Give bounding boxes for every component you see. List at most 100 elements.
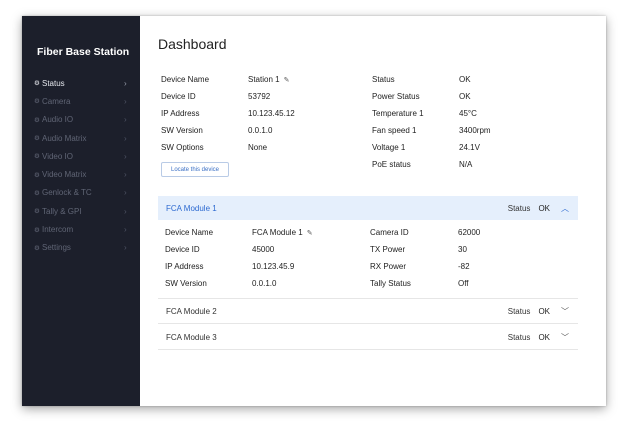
sidebar-item-label: Video Matrix bbox=[42, 170, 87, 180]
sidebar-item-audio-io[interactable]: ⚙ Audio IO › bbox=[22, 111, 140, 129]
ip-address-label: IP Address bbox=[161, 109, 200, 118]
module-title: FCA Module 1 bbox=[166, 203, 217, 213]
ip-address-value: 10.123.45.12 bbox=[248, 109, 295, 118]
sidebar-item-label: Camera bbox=[42, 96, 71, 106]
camera-id-label: Camera ID bbox=[370, 228, 409, 237]
rx-power-label: RX Power bbox=[370, 262, 407, 271]
gear-icon: ⚙ bbox=[34, 171, 40, 179]
page-title: Dashboard bbox=[158, 36, 227, 52]
module-title: FCA Module 3 bbox=[166, 333, 217, 342]
sidebar-item-status[interactable]: ⚙ Status › bbox=[22, 74, 140, 92]
gear-icon: ⚙ bbox=[34, 80, 40, 88]
gear-icon: ⚙ bbox=[34, 189, 40, 197]
sidebar-item-intercom[interactable]: ⚙ Intercom › bbox=[22, 220, 140, 238]
sidebar-item-video-matrix[interactable]: ⚙ Video Matrix › bbox=[22, 165, 140, 183]
chevron-right-icon: › bbox=[124, 96, 127, 106]
sidebar-item-camera[interactable]: ⚙ Camera › bbox=[22, 92, 140, 110]
chevron-right-icon: › bbox=[124, 133, 127, 143]
gear-icon: ⚙ bbox=[34, 116, 40, 124]
module-status-value: OK bbox=[538, 333, 550, 342]
module-device-name-label: Device Name bbox=[165, 228, 214, 237]
tally-status-label: Tally Status bbox=[370, 279, 411, 288]
edit-icon[interactable]: ✎ bbox=[307, 230, 313, 237]
sidebar-item-label: Intercom bbox=[42, 225, 74, 235]
voltage-value: 24.1V bbox=[459, 143, 480, 152]
sidebar-item-label: Settings bbox=[42, 243, 71, 253]
sidebar-item-label: Video IO bbox=[42, 151, 73, 161]
divider bbox=[158, 298, 578, 299]
gear-icon: ⚙ bbox=[34, 153, 40, 161]
device-id-label: Device ID bbox=[161, 92, 196, 101]
fca-module-3-header[interactable]: FCA Module 3 Status OK ﹀ bbox=[158, 326, 578, 350]
chevron-right-icon: › bbox=[124, 206, 127, 216]
chevron-right-icon: › bbox=[124, 170, 127, 180]
poe-status-label: PoE status bbox=[372, 160, 411, 169]
chevron-down-icon[interactable]: ﹀ bbox=[560, 332, 570, 343]
app-window: Fiber Base Station ⚙ Status › ⚙ Camera ›… bbox=[22, 16, 606, 406]
device-id-value: 53792 bbox=[248, 92, 271, 101]
module-status-label: Status bbox=[507, 307, 531, 316]
tx-power-label: TX Power bbox=[370, 245, 406, 254]
sidebar-item-video-io[interactable]: ⚙ Video IO › bbox=[22, 147, 140, 165]
temperature-value: 45°C bbox=[459, 109, 477, 118]
poe-status-value: N/A bbox=[459, 160, 473, 169]
device-name-label: Device Name bbox=[161, 75, 210, 84]
module-device-id-label: Device ID bbox=[165, 245, 200, 254]
chevron-down-icon[interactable]: ﹀ bbox=[560, 306, 570, 317]
module-sw-version-value: 0.0.1.0 bbox=[252, 279, 277, 288]
fan-speed-label: Fan speed 1 bbox=[372, 126, 417, 135]
chevron-right-icon: › bbox=[124, 188, 127, 198]
gear-icon: ⚙ bbox=[34, 208, 40, 216]
voltage-label: Voltage 1 bbox=[372, 143, 406, 152]
gear-icon: ⚙ bbox=[34, 226, 40, 234]
gear-icon: ⚙ bbox=[34, 135, 40, 143]
chevron-right-icon: › bbox=[124, 151, 127, 161]
gear-icon: ⚙ bbox=[34, 98, 40, 106]
module-status-label: Status bbox=[507, 333, 531, 342]
sw-options-value: None bbox=[248, 143, 268, 152]
gear-icon: ⚙ bbox=[34, 244, 40, 252]
app-title: Fiber Base Station bbox=[37, 46, 130, 58]
sidebar-item-label: Audio IO bbox=[42, 115, 74, 125]
status-value: OK bbox=[459, 75, 471, 84]
module-device-name-value[interactable]: FCA Module 1 ✎ bbox=[252, 228, 313, 237]
status-label: Status bbox=[372, 75, 395, 84]
sidebar-item-genlock-tc[interactable]: ⚙ Genlock & TC › bbox=[22, 184, 140, 202]
chevron-right-icon: › bbox=[124, 115, 127, 125]
device-name-text: Station 1 bbox=[248, 75, 280, 84]
module-sw-version-label: SW Version bbox=[165, 279, 207, 288]
sidebar-item-label: Tally & GPI bbox=[42, 206, 82, 216]
tx-power-value: 30 bbox=[458, 245, 467, 254]
camera-id-value: 62000 bbox=[458, 228, 481, 237]
module-ip-address-label: IP Address bbox=[165, 262, 204, 271]
module-status-value: OK bbox=[538, 307, 550, 316]
sw-options-label: SW Options bbox=[161, 143, 204, 152]
locate-device-button[interactable]: Locate this device bbox=[161, 162, 229, 177]
sidebar-item-label: Status bbox=[42, 78, 65, 88]
device-name-value[interactable]: Station 1 ✎ bbox=[248, 75, 289, 84]
temperature-label: Temperature 1 bbox=[372, 109, 424, 118]
sidebar-item-settings[interactable]: ⚙ Settings › bbox=[22, 239, 140, 257]
sidebar-item-audio-matrix[interactable]: ⚙ Audio Matrix › bbox=[22, 129, 140, 147]
sidebar-item-tally-gpi[interactable]: ⚙ Tally & GPI › bbox=[22, 202, 140, 220]
chevron-right-icon: › bbox=[124, 243, 127, 253]
main-content: Dashboard Device Name Device ID IP Addre… bbox=[140, 16, 606, 406]
module-device-id-value: 45000 bbox=[252, 245, 275, 254]
chevron-right-icon: › bbox=[124, 225, 127, 235]
sw-version-value: 0.0.1.0 bbox=[248, 126, 273, 135]
fca-module-1-header[interactable]: FCA Module 1 Status OK ︿ bbox=[158, 196, 578, 220]
rx-power-value: -82 bbox=[458, 262, 470, 271]
sw-version-label: SW Version bbox=[161, 126, 203, 135]
edit-icon[interactable]: ✎ bbox=[284, 77, 290, 84]
sidebar-item-label: Genlock & TC bbox=[42, 188, 92, 198]
chevron-right-icon: › bbox=[124, 78, 127, 88]
module-ip-address-value: 10.123.45.9 bbox=[252, 262, 295, 271]
sidebar-item-label: Audio Matrix bbox=[42, 133, 87, 143]
power-status-label: Power Status bbox=[372, 92, 420, 101]
chevron-up-icon[interactable]: ︿ bbox=[560, 203, 570, 214]
fca-module-2-header[interactable]: FCA Module 2 Status OK ﹀ bbox=[158, 300, 578, 324]
tally-status-value: Off bbox=[458, 279, 469, 288]
fan-speed-value: 3400rpm bbox=[459, 126, 491, 135]
sidebar: Fiber Base Station ⚙ Status › ⚙ Camera ›… bbox=[22, 16, 140, 406]
module-status-label: Status bbox=[507, 203, 531, 213]
